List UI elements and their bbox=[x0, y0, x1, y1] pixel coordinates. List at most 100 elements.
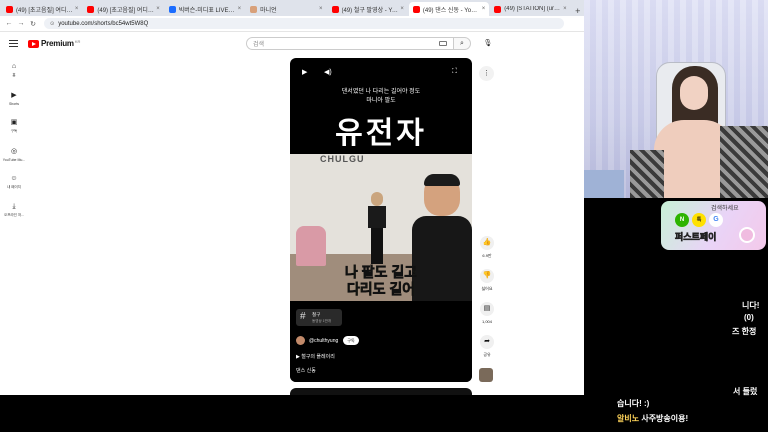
close-tab-icon[interactable]: × bbox=[482, 6, 486, 12]
hashtag-icon: # bbox=[300, 311, 306, 322]
youtube-premium-logo[interactable]: Premium KR bbox=[28, 39, 80, 48]
tab-favicon-icon bbox=[412, 5, 420, 13]
tab-favicon-icon bbox=[87, 5, 95, 13]
search-input[interactable]: 검색 bbox=[246, 37, 454, 50]
channel-name[interactable]: @chulthyung bbox=[309, 338, 338, 344]
back-icon[interactable]: ← bbox=[4, 20, 14, 27]
more-options-icon[interactable]: ⋮ bbox=[479, 66, 494, 81]
youtube-music-icon: ◎ bbox=[10, 147, 18, 155]
sidebar-item-label: 구독 bbox=[10, 129, 18, 133]
browser-tab[interactable]: (49) [STATION] (urces n acl× bbox=[490, 2, 570, 16]
caption-line-2: 마니아 팔도 bbox=[366, 98, 396, 104]
tab-favicon-icon bbox=[250, 5, 258, 13]
short-description: 댄스 신동 bbox=[296, 368, 316, 374]
url-field[interactable]: ⊙ youtube.com/shorts/bc54wt5W8Q bbox=[44, 18, 564, 29]
sidebar-item[interactable]: ◎ YouTube Mu... bbox=[0, 140, 28, 168]
sidebar: ⌂ 홈 ▶ Shorts ▣ 구독 ◎ YouTube Mu... ☺ 내 페이지 ⤓ 오프라인 저.… bbox=[0, 56, 28, 224]
comment-icon[interactable]: ▤ bbox=[480, 302, 494, 316]
youtube-header: Premium KR 검색 ⌕ 🎙 bbox=[0, 32, 584, 56]
hashtag-chip[interactable]: # 철구 동영상 1만개 bbox=[296, 309, 342, 326]
plaid-blanket bbox=[720, 126, 768, 198]
action-label: 싫어요 bbox=[481, 286, 493, 291]
naver-pay-icon: N bbox=[675, 213, 689, 227]
chat-line-3: 즈 한정 bbox=[732, 327, 757, 336]
menu-icon[interactable] bbox=[9, 40, 18, 47]
tab-favicon-icon bbox=[494, 5, 502, 13]
new-tab-button[interactable]: + bbox=[572, 6, 584, 16]
google-pay-icon: G bbox=[709, 213, 723, 227]
channel-avatar[interactable] bbox=[296, 336, 305, 345]
wall-brand-text: CHULGU bbox=[320, 154, 365, 164]
keyboard-icon[interactable] bbox=[439, 41, 447, 46]
reload-icon[interactable]: ↻ bbox=[28, 20, 38, 28]
browser-tab[interactable]: (49) 철구 팔영상 - YouTube× bbox=[328, 2, 408, 16]
sidebar-item[interactable]: ☺ 내 페이지 bbox=[0, 168, 28, 196]
tab-title: (49) [초고음질] 여디선이그포] bbox=[97, 7, 154, 14]
sidebar-item[interactable]: ▶ Shorts bbox=[0, 84, 28, 112]
site-info-icon[interactable]: ⊙ bbox=[50, 21, 54, 27]
dancing-girl bbox=[368, 192, 386, 264]
forward-icon[interactable]: → bbox=[16, 20, 26, 27]
browser-tab[interactable]: (49) [초고음질] 여디선이그포]× bbox=[2, 2, 82, 16]
chat-line-1: 니다! bbox=[742, 301, 760, 310]
action-label: 공유 bbox=[483, 352, 491, 357]
action-item[interactable]: ➦ 공유 bbox=[476, 335, 498, 368]
dislike-icon[interactable]: 👎 bbox=[480, 269, 494, 283]
audio-source-thumbnail[interactable] bbox=[479, 368, 493, 382]
close-tab-icon[interactable]: × bbox=[319, 6, 323, 12]
chat-message: 사주방송이용! bbox=[641, 414, 689, 423]
tab-title: (49) 철구 팔영상 - YouTube bbox=[341, 7, 399, 14]
video-frame: CHULGU 나 팔도 길고 다리도 길어 bbox=[290, 154, 472, 301]
close-tab-icon[interactable]: × bbox=[400, 6, 404, 12]
action-label: 6.9만 bbox=[482, 253, 492, 258]
playlist-link[interactable]: ▶ 철구의 플레이리 bbox=[296, 353, 335, 360]
close-tab-icon[interactable]: × bbox=[156, 6, 160, 12]
volume-icon[interactable]: ◀) bbox=[324, 68, 332, 76]
shorts-player[interactable]: ▶ ◀) ⛶ 댄서였던 나 다리는 길어야 정도 마니아 팔도 유전자 CHUL… bbox=[290, 58, 472, 382]
sponsor-banner[interactable]: 검색하세요 N 톡 G 퍼스트페이 bbox=[661, 201, 766, 250]
tab-favicon-icon bbox=[6, 5, 13, 13]
action-item[interactable]: ▤ 1,004 bbox=[476, 302, 498, 335]
browser-tab[interactable]: (49) [초고음질] 여디선이그포]× bbox=[83, 2, 163, 16]
sidebar-item[interactable]: ⤓ 오프라인 저... bbox=[0, 196, 28, 224]
play-icon[interactable]: ▶ bbox=[302, 68, 307, 76]
sidebar-item-label: 홈 bbox=[12, 73, 16, 77]
tab-strip: (49) [초고음질] 여디선이그포]×(49) [초고음질] 여디선이그포]×… bbox=[0, 0, 584, 16]
close-tab-icon[interactable]: × bbox=[238, 6, 242, 12]
like-icon[interactable]: 👍 bbox=[480, 236, 494, 250]
search-placeholder: 검색 bbox=[253, 42, 265, 48]
caption-line-1: 댄서였던 나 다리는 길어야 정도 bbox=[341, 89, 421, 95]
fullscreen-icon[interactable]: ⛶ bbox=[452, 68, 457, 76]
action-bar: 👍 6.9만 👎 싫어요 ▤ 1,004 ➦ 공유 bbox=[476, 236, 498, 368]
chat-line-2: (0) bbox=[744, 313, 754, 322]
channel-row: @chulthyung 구독 bbox=[296, 336, 359, 345]
chat-line-4: 서 들렀 bbox=[733, 387, 758, 396]
playlist-label: 철구의 플레이리 bbox=[301, 354, 335, 360]
browser-tab[interactable]: (49) 댄스 신동 - YouTube× bbox=[408, 2, 490, 16]
screen: (49) [초고음질] 여디선이그포]×(49) [초고음질] 여디선이그포]×… bbox=[0, 0, 768, 432]
next-short-preview[interactable] bbox=[290, 388, 472, 395]
sidebar-item-label: 내 페이지 bbox=[7, 185, 21, 189]
sidebar-item[interactable]: ▣ 구독 bbox=[0, 112, 28, 140]
share-icon[interactable]: ➦ bbox=[480, 335, 494, 349]
browser-tab[interactable]: 마니언 × bbox=[246, 2, 326, 16]
browser-tab[interactable]: 빅버슨-미디표 LIVE - SOOP× bbox=[165, 2, 245, 16]
voice-search-icon[interactable]: 🎙 bbox=[482, 38, 494, 50]
plaid-shirt bbox=[630, 150, 664, 198]
address-bar: ← → ↻ ⊙ youtube.com/shorts/bc54wt5W8Q bbox=[0, 16, 584, 32]
logo-country: KR bbox=[74, 39, 81, 44]
close-tab-icon[interactable]: × bbox=[563, 6, 567, 12]
sidebar-item[interactable]: ⌂ 홈 bbox=[0, 56, 28, 84]
banner-brand: 퍼스트페이 bbox=[675, 232, 717, 243]
search-button[interactable]: ⌕ bbox=[453, 37, 471, 50]
chat-line-5: 습니다! :) bbox=[617, 399, 650, 408]
youtube-play-icon bbox=[28, 39, 39, 48]
chat-line-6: 알비노 사주방송이용! bbox=[617, 413, 688, 424]
webcam-overlay bbox=[584, 0, 768, 198]
action-item[interactable]: 👍 6.9만 bbox=[476, 236, 498, 269]
close-tab-icon[interactable]: × bbox=[75, 6, 79, 12]
action-item[interactable]: 👎 싫어요 bbox=[476, 269, 498, 302]
subscribe-button[interactable]: 구독 bbox=[343, 336, 359, 345]
shorts-icon: ▶ bbox=[11, 91, 17, 99]
sidebar-item-label: 오프라인 저... bbox=[4, 213, 24, 217]
